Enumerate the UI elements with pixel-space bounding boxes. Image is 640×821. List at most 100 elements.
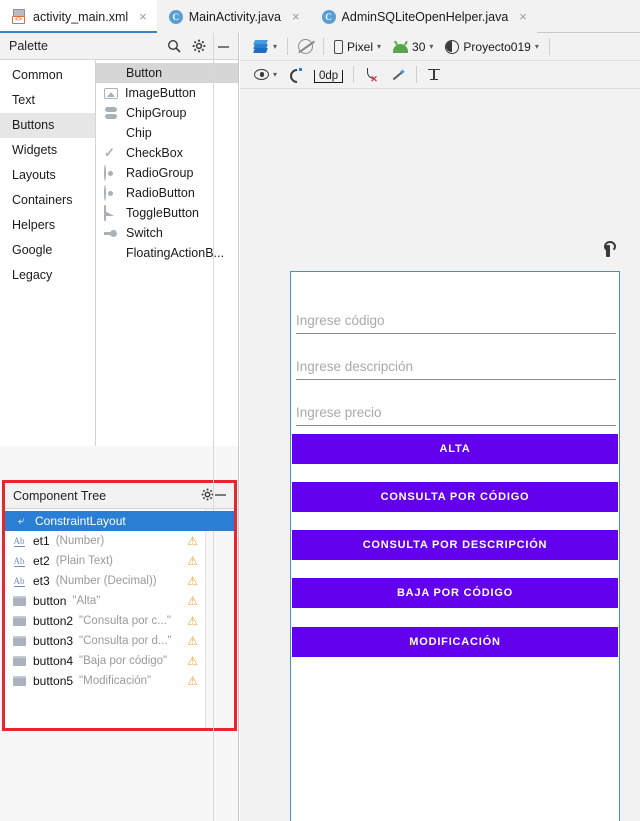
tree-node-type: (Plain Text) bbox=[55, 555, 113, 567]
tree-node-name: button2 bbox=[33, 614, 74, 628]
device-selector[interactable]: Pixel ▾ bbox=[328, 36, 387, 58]
chevron-down-icon: ▾ bbox=[377, 42, 382, 51]
preview-button-modificacion[interactable]: MODIFICACIÓN bbox=[292, 627, 618, 657]
preview-button-baja-codigo[interactable]: BAJA POR CÓDIGO bbox=[292, 578, 618, 608]
palette-item-checkbox[interactable]: ✓ CheckBox bbox=[96, 143, 238, 163]
category-label: Legacy bbox=[12, 268, 53, 282]
search-icon[interactable] bbox=[167, 39, 181, 53]
tab-activity-main-xml[interactable]: <> activity_main.xml × bbox=[0, 0, 157, 33]
palette-item-label: ImageButton bbox=[125, 86, 196, 100]
warning-icon[interactable]: ⚠ bbox=[187, 635, 198, 647]
edittext-et1[interactable]: Ingrese código bbox=[296, 298, 616, 334]
palette-item-radiogroup[interactable]: RadioGroup bbox=[96, 163, 238, 183]
edittext-et3[interactable]: Ingrese precio bbox=[296, 390, 616, 426]
palette-item-label: Chip bbox=[126, 126, 152, 140]
design-canvas[interactable]: Ingrese código Ingrese descripción Ingre… bbox=[240, 89, 640, 821]
edittext-et2[interactable]: Ingrese descripción bbox=[296, 344, 616, 380]
component-tree-title: Component Tree bbox=[13, 488, 107, 503]
minimize-icon[interactable] bbox=[214, 488, 227, 504]
palette-header: Palette bbox=[0, 33, 238, 60]
tree-node-et1[interactable]: Ab et1 (Number) ⚠ bbox=[5, 531, 234, 551]
palette-category-widgets[interactable]: Widgets bbox=[0, 138, 95, 163]
palette-category-containers[interactable]: Containers bbox=[0, 188, 95, 213]
palette-category-layouts[interactable]: Layouts bbox=[0, 163, 95, 188]
palette-item-chipgroup[interactable]: ChipGroup bbox=[96, 103, 238, 123]
palette-category-helpers[interactable]: Helpers bbox=[0, 213, 95, 238]
warning-icon[interactable]: ⚠ bbox=[187, 615, 198, 627]
button-icon bbox=[11, 656, 27, 666]
palette-category-list: Common Text Buttons Widgets Layouts Cont… bbox=[0, 60, 96, 446]
toolbar-separator bbox=[548, 38, 550, 55]
preview-button-alta[interactable]: ALTA bbox=[292, 434, 618, 464]
close-icon[interactable]: × bbox=[139, 10, 147, 23]
tree-node-button5[interactable]: button5 "Modificación" ⚠ bbox=[5, 671, 234, 691]
infer-constraints-button[interactable]: ✦ bbox=[385, 64, 412, 86]
chip-group-icon bbox=[104, 106, 119, 120]
tree-node-type: "Alta" bbox=[72, 595, 101, 607]
orientation-button[interactable] bbox=[292, 36, 319, 58]
component-tree-panel: Component Tree ⤷ ConstraintLayout Ab et1… bbox=[2, 480, 237, 731]
tab-adminsqliteopenhelper-java[interactable]: C AdminSQLiteOpenHelper.java × bbox=[309, 0, 537, 33]
palette-item-floatingactionbutton[interactable]: FloatingActionB... bbox=[96, 243, 238, 263]
default-margin-button[interactable]: 0dp bbox=[308, 64, 349, 86]
warning-icon[interactable]: ⚠ bbox=[187, 535, 198, 547]
design-mode-button[interactable]: ▾ bbox=[247, 36, 283, 58]
theme-selector[interactable]: Proyecto019 ▾ bbox=[439, 36, 544, 58]
device-preview[interactable]: Ingrese código Ingrese descripción Ingre… bbox=[290, 271, 620, 821]
tree-node-button4[interactable]: button4 "Baja por código" ⚠ bbox=[5, 651, 234, 671]
tree-node-type: (Number) bbox=[55, 535, 105, 547]
panel-divider[interactable] bbox=[213, 33, 214, 821]
clear-constraints-button[interactable]: ✕ bbox=[358, 64, 385, 86]
palette-item-chip[interactable]: Chip bbox=[96, 123, 238, 143]
preview-button-consulta-codigo[interactable]: CONSULTA POR CÓDIGO bbox=[292, 482, 618, 512]
eye-icon bbox=[254, 69, 269, 80]
category-label: Text bbox=[12, 93, 35, 107]
palette-item-button[interactable]: Button bbox=[96, 63, 238, 83]
palette-item-togglebutton[interactable]: ToggleButton bbox=[96, 203, 238, 223]
palette-item-imagebutton[interactable]: ImageButton bbox=[96, 83, 238, 103]
show-constraints-button[interactable]: ▾ bbox=[248, 64, 283, 86]
tree-node-type: (Number (Decimal)) bbox=[55, 575, 157, 587]
tree-node-et3[interactable]: Ab et3 (Number (Decimal)) ⚠ bbox=[5, 571, 234, 591]
autoconnect-button[interactable] bbox=[283, 64, 308, 86]
android-studio-layout-editor: <> activity_main.xml × C MainActivity.ja… bbox=[0, 0, 640, 821]
palette-item-label: RadioGroup bbox=[126, 166, 194, 180]
palette-category-google[interactable]: Google bbox=[0, 238, 95, 263]
palette-category-buttons[interactable]: Buttons bbox=[0, 113, 95, 138]
magnet-icon bbox=[289, 68, 303, 81]
palette-category-text[interactable]: Text bbox=[0, 88, 95, 113]
edittext-hint: Ingrese descripción bbox=[296, 359, 414, 374]
preview-button-consulta-descripcion[interactable]: CONSULTA POR DESCRIPCIÓN bbox=[292, 530, 618, 560]
theme-label: Proyecto019 bbox=[463, 39, 531, 54]
tree-node-label: ConstraintLayout bbox=[35, 514, 126, 528]
tree-node-button2[interactable]: button2 "Consulta por c..." ⚠ bbox=[5, 611, 234, 631]
gear-icon[interactable] bbox=[192, 39, 206, 53]
warning-icon[interactable]: ⚠ bbox=[187, 595, 198, 607]
palette-category-common[interactable]: Common bbox=[0, 63, 95, 88]
palette-item-switch[interactable]: Switch bbox=[96, 223, 238, 243]
warning-icon[interactable]: ⚠ bbox=[187, 655, 198, 667]
close-icon[interactable]: × bbox=[519, 10, 527, 23]
palette-item-radiobutton[interactable]: RadioButton bbox=[96, 183, 238, 203]
tree-node-type: "Consulta por d..." bbox=[79, 635, 172, 647]
palette-item-label: FloatingActionB... bbox=[126, 246, 224, 260]
minimize-icon[interactable] bbox=[217, 40, 230, 53]
tree-node-constraintlayout[interactable]: ⤷ ConstraintLayout bbox=[5, 511, 234, 531]
button-icon bbox=[104, 66, 119, 80]
tree-node-button3[interactable]: button3 "Consulta por d..." ⚠ bbox=[5, 631, 234, 651]
warning-icon[interactable]: ⚠ bbox=[187, 555, 198, 567]
palette-category-legacy[interactable]: Legacy bbox=[0, 263, 95, 288]
palette-item-label: ChipGroup bbox=[126, 106, 187, 120]
tree-node-et2[interactable]: Ab et2 (Plain Text) ⚠ bbox=[5, 551, 234, 571]
tab-mainactivity-java[interactable]: C MainActivity.java × bbox=[156, 0, 310, 33]
category-label: Buttons bbox=[12, 118, 55, 132]
wrench-icon[interactable] bbox=[601, 241, 616, 257]
warning-icon[interactable]: ⚠ bbox=[187, 675, 198, 687]
api-level-selector[interactable]: 30 ▾ bbox=[387, 36, 439, 58]
align-baseline-button[interactable] bbox=[421, 64, 447, 86]
edittext-hint: Ingrese código bbox=[296, 313, 385, 328]
warning-icon[interactable]: ⚠ bbox=[187, 575, 198, 587]
close-icon[interactable]: × bbox=[292, 10, 300, 23]
category-label: Widgets bbox=[12, 143, 58, 157]
tree-node-button[interactable]: button "Alta" ⚠ bbox=[5, 591, 234, 611]
